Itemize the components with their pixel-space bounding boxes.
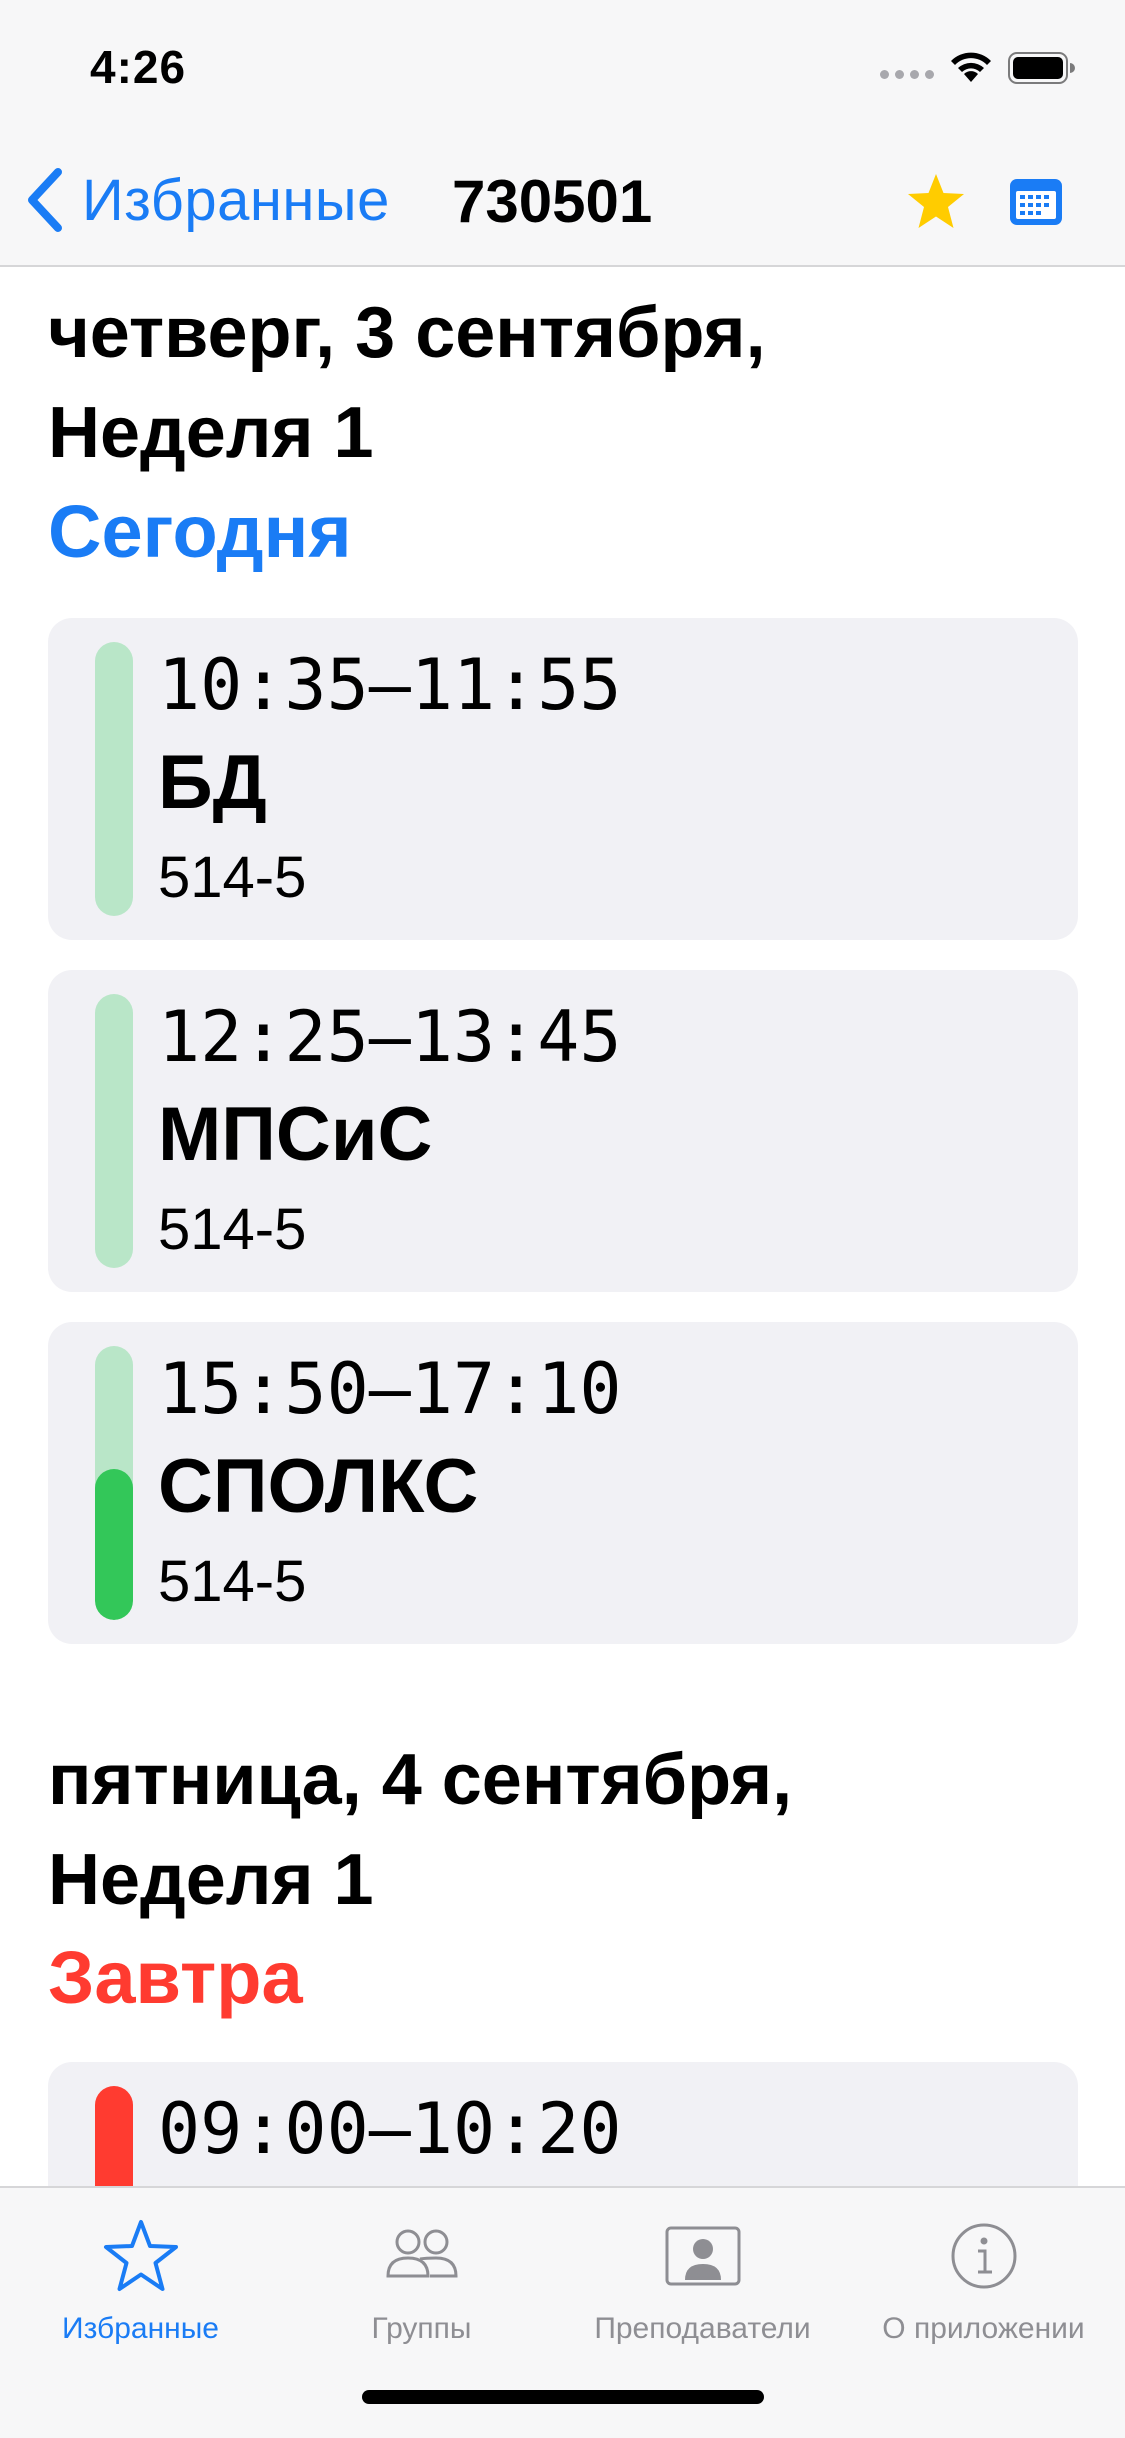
navigation-bar: Избранные 730501 (0, 135, 1125, 267)
relative-day-label: Сегодня (48, 490, 352, 573)
lesson-card[interactable]: 15:50–17:10 СПОЛКС 514-5 (48, 1322, 1078, 1644)
status-bar: 4:26 (0, 0, 1125, 135)
week-label: Неделя 1 (48, 393, 374, 473)
tab-favorites[interactable]: Избранные (0, 2214, 281, 2346)
week-label: Неделя 1 (48, 1840, 374, 1920)
lesson-subject: БД (158, 740, 267, 825)
day-header: пятница, 4 сентября, (48, 1740, 793, 1820)
lesson-subject: МПСиС (158, 1092, 433, 1177)
lesson-progress-bar (95, 994, 133, 1268)
tab-label: Группы (371, 2312, 472, 2345)
tab-label: О приложении (882, 2312, 1085, 2345)
tab-about[interactable]: О приложении (843, 2214, 1124, 2346)
lesson-progress-bar (95, 642, 133, 916)
people-icon (385, 2229, 458, 2278)
lesson-subject: СПОЛКС (158, 1444, 479, 1529)
info-icon (951, 2223, 1016, 2289)
lesson-progress-fill (95, 1469, 133, 1620)
wifi-icon (951, 52, 991, 82)
lesson-time: 15:50–17:10 (158, 1348, 622, 1430)
status-time: 4:26 (90, 41, 187, 93)
cellular-signal-icon (880, 66, 940, 84)
lesson-room: 514-5 (158, 1549, 307, 1614)
lesson-progress-bar (95, 1346, 133, 1620)
tab-groups[interactable]: Группы (281, 2214, 562, 2346)
battery-icon (1008, 52, 1075, 84)
star-icon[interactable] (905, 171, 967, 233)
tab-label: Избранные (62, 2312, 219, 2345)
home-indicator (362, 2390, 764, 2404)
day-header: четверг, 3 сентября, (48, 293, 766, 373)
lesson-card[interactable]: 12:25–13:45 МПСиС 514-5 (48, 970, 1078, 1292)
person-portrait-icon (665, 2226, 740, 2286)
lesson-room: 514-5 (158, 1197, 307, 1262)
back-button[interactable]: Избранные (22, 160, 390, 240)
lesson-time: 12:25–13:45 (158, 996, 622, 1078)
back-button-label: Избранные (82, 167, 390, 233)
lesson-card[interactable]: 10:35–11:55 БД 514-5 (48, 618, 1078, 940)
chevron-left-icon (28, 168, 62, 232)
lesson-time: 10:35–11:55 (158, 644, 622, 726)
tab-label: Преподаватели (594, 2312, 811, 2345)
lesson-room: 514-5 (158, 845, 307, 910)
lesson-time: 09:00–10:20 (158, 2088, 622, 2170)
page-title: 730501 (452, 167, 653, 235)
relative-day-label: Завтра (48, 1936, 303, 2019)
tab-teachers[interactable]: Преподаватели (562, 2214, 843, 2346)
calendar-icon[interactable] (1008, 173, 1064, 229)
star-icon (103, 2220, 178, 2291)
